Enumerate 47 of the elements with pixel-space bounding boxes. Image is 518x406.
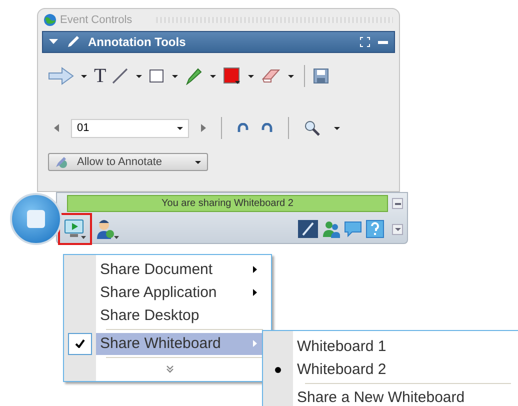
collapse-caret-icon[interactable]: [49, 39, 58, 45]
rectangle-icon[interactable]: [149, 68, 166, 84]
stop-sharing-button[interactable]: [10, 193, 62, 245]
pencil-person-icon: [55, 156, 69, 168]
magnifier-icon[interactable]: [304, 120, 320, 136]
panel-title: Annotation Tools: [88, 35, 186, 49]
menu-item[interactable]: Whiteboard 2: [293, 358, 515, 380]
page-dropdown[interactable]: 01: [71, 118, 189, 138]
dropdown-caret-icon[interactable]: [288, 74, 294, 78]
dropdown-caret-icon[interactable]: [210, 74, 216, 78]
menu-item[interactable]: Share a New Whiteboard: [293, 386, 515, 406]
globe-icon: [44, 14, 56, 26]
color-swatch-icon[interactable]: [223, 67, 242, 85]
window-title: Event Controls: [60, 14, 132, 26]
allow-to-annotate-button[interactable]: Allow to Annotate: [48, 153, 208, 171]
dropdown-caret-icon[interactable]: [334, 126, 340, 130]
dropdown-caret-icon[interactable]: [136, 74, 142, 78]
dropdown-caret-icon[interactable]: [172, 74, 178, 78]
menu-item[interactable]: Share Desktop: [96, 304, 267, 326]
people-icon[interactable]: [322, 220, 340, 238]
next-page-icon[interactable]: [201, 124, 206, 132]
options-button[interactable]: [392, 224, 403, 234]
share-button[interactable]: [58, 213, 92, 245]
chevron-down-icon[interactable]: [166, 365, 174, 373]
minimize-button[interactable]: [392, 198, 403, 209]
annotate-pencil-icon[interactable]: [298, 220, 318, 238]
previous-page-icon[interactable]: [54, 124, 59, 132]
arrow-icon[interactable]: [48, 67, 74, 85]
help-icon[interactable]: [366, 220, 384, 238]
monitor-play-icon: [64, 219, 86, 239]
sharing-status-text: You are sharing Whiteboard 2: [67, 195, 388, 212]
line-icon[interactable]: [111, 67, 130, 85]
dropdown-caret-icon: [195, 160, 201, 164]
pencil-icon: [66, 35, 80, 49]
dropdown-caret-icon[interactable]: [248, 74, 254, 78]
menu-item[interactable]: Share Application: [96, 282, 267, 304]
eraser-icon[interactable]: [261, 68, 282, 84]
menu-item[interactable]: Whiteboard 1: [293, 336, 515, 358]
save-icon[interactable]: [313, 68, 330, 84]
dropdown-caret-icon[interactable]: [81, 74, 87, 78]
menu-item[interactable]: Share Document: [96, 258, 267, 280]
expand-icon[interactable]: [360, 37, 370, 47]
highlighter-icon[interactable]: [185, 67, 204, 85]
chat-icon[interactable]: [344, 220, 362, 238]
dropdown-caret-icon: [177, 126, 183, 130]
text-tool[interactable]: T: [94, 66, 106, 86]
attendee-icon[interactable]: [96, 219, 120, 239]
